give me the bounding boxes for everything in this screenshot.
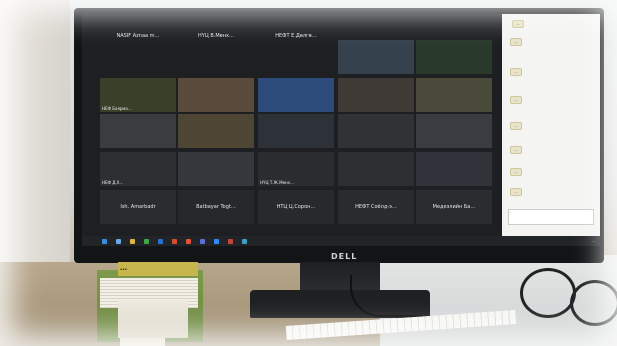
participant-name: НҮЦ В.Мөнх… bbox=[198, 33, 234, 39]
participant-tile[interactable] bbox=[178, 152, 254, 186]
excel-icon[interactable] bbox=[144, 239, 149, 244]
participant-tile[interactable] bbox=[338, 152, 414, 186]
system-tray: … bbox=[592, 238, 596, 243]
chat-bubble: … bbox=[510, 168, 522, 176]
app-icon[interactable] bbox=[242, 239, 247, 244]
participant-name: НЕФТ Е.Дөлгө… bbox=[275, 33, 317, 39]
participant-name: Ish. Amarbadr bbox=[120, 204, 156, 210]
eyeglasses bbox=[570, 280, 617, 326]
participant-tile[interactable] bbox=[416, 78, 492, 112]
search-icon[interactable] bbox=[116, 239, 121, 244]
card-stack bbox=[118, 300, 188, 338]
taskbar: … bbox=[82, 236, 600, 246]
chat-bubble: … bbox=[510, 38, 522, 46]
chat-bubble: … bbox=[510, 122, 522, 130]
participant-tile[interactable]: НЕФТ Е.Дөлгө… bbox=[258, 22, 334, 50]
participant-tile[interactable] bbox=[338, 114, 414, 148]
participant-tile[interactable] bbox=[258, 78, 334, 112]
participant-tile[interactable]: Ish. Amarbadr bbox=[100, 190, 176, 224]
participant-tile[interactable]: NASIF Aznaa m… bbox=[100, 22, 176, 50]
participant-tile[interactable] bbox=[258, 114, 334, 148]
participant-tile[interactable]: Batbayar Togt… bbox=[178, 190, 254, 224]
participant-name: Медеэлийн Ба… bbox=[432, 204, 476, 210]
zoom-icon[interactable] bbox=[214, 239, 219, 244]
participant-tile[interactable] bbox=[338, 78, 414, 112]
participant-name: НЕФ Д.Х… bbox=[102, 180, 124, 185]
participant-tile[interactable] bbox=[416, 40, 492, 74]
chat-bubble: … bbox=[510, 68, 522, 76]
participant-name: NASIF Aznaa m… bbox=[116, 33, 160, 39]
participant-tile[interactable]: Медеэлийн Ба… bbox=[416, 190, 492, 224]
cable bbox=[350, 275, 422, 317]
participant-tile[interactable] bbox=[100, 114, 176, 148]
participant-tile[interactable]: НҮЦ В.Мөнх… bbox=[178, 22, 254, 50]
participant-tile[interactable] bbox=[416, 152, 492, 186]
chat-panel: … … … … … … … … … bbox=[502, 14, 600, 236]
participant-name: НЕФ Баярма… bbox=[102, 106, 132, 111]
video-grid: NASIF Aznaa m… НҮЦ В.Мөнх… НЕФТ Е.Дөлгө… НЕ… bbox=[82, 14, 502, 236]
participant-tile[interactable] bbox=[178, 78, 254, 112]
participant-name: НЕФТ Соёлд-э… bbox=[355, 204, 397, 210]
word-icon[interactable] bbox=[158, 239, 163, 244]
box-lid bbox=[118, 262, 198, 276]
participant-tile[interactable]: НЕФ Д.Х… bbox=[100, 152, 176, 186]
participant-name: Batbayar Togt… bbox=[196, 204, 236, 210]
eyeglasses bbox=[520, 268, 576, 318]
wall bbox=[0, 0, 70, 270]
folder-icon[interactable] bbox=[130, 239, 135, 244]
chat-bubble: … bbox=[510, 146, 522, 154]
participant-tile[interactable]: НҮЦ Т.Ж.Мөнх… bbox=[258, 152, 334, 186]
box-label: … bbox=[120, 264, 127, 272]
participant-tile[interactable]: НЕФТ Соёлд-э… bbox=[338, 190, 414, 224]
monitor-screen: NASIF Aznaa m… НҮЦ В.Мөнх… НЕФТ Е.Дөлгө… НЕ… bbox=[82, 14, 600, 246]
app-icon[interactable] bbox=[228, 239, 233, 244]
powerpoint-icon[interactable] bbox=[172, 239, 177, 244]
participant-tile[interactable]: НЕФ Баярма… bbox=[100, 78, 176, 112]
participant-tile[interactable]: НТЦ Ц.Сорон… bbox=[258, 190, 334, 224]
photo: NASIF Aznaa m… НҮЦ В.Мөнх… НЕФТ Е.Дөлгө… НЕ… bbox=[0, 0, 617, 346]
participant-tile[interactable] bbox=[338, 40, 414, 74]
participant-tile[interactable] bbox=[178, 114, 254, 148]
chrome-icon[interactable] bbox=[186, 239, 191, 244]
monitor-brand-logo: DELL bbox=[331, 252, 358, 261]
chat-bubble: … bbox=[512, 20, 524, 28]
participant-name: НҮЦ Т.Ж.Мөнх… bbox=[260, 180, 295, 185]
participant-name: НТЦ Ц.Сорон… bbox=[276, 204, 316, 210]
chat-bubble: … bbox=[510, 96, 522, 104]
windows-start-icon[interactable] bbox=[102, 239, 107, 244]
app-icon[interactable] bbox=[200, 239, 205, 244]
chat-bubble: … bbox=[510, 188, 522, 196]
participant-tile[interactable] bbox=[416, 114, 492, 148]
chat-input[interactable]: … bbox=[508, 209, 594, 225]
paper-slip bbox=[120, 338, 165, 346]
